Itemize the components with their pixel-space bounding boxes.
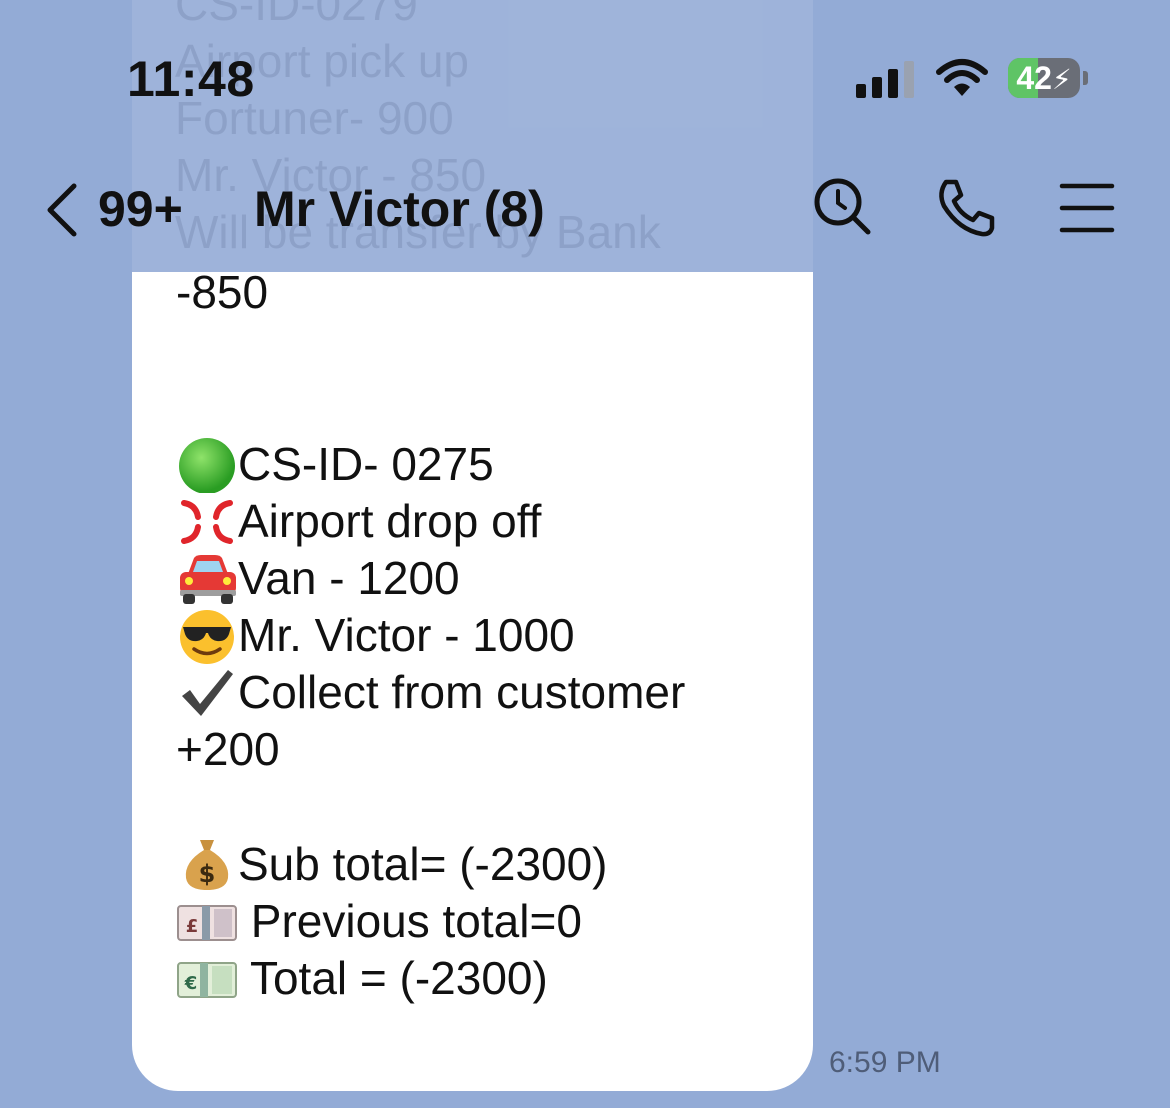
driver-line: Mr. Victor - 1000	[176, 607, 575, 664]
money-bag-icon: $	[176, 836, 238, 893]
service-line: Airport drop off	[176, 493, 541, 550]
vehicle-line: Van - 1200	[176, 550, 460, 607]
previous-total-text: Previous total=0	[238, 895, 582, 947]
collect-amount-line: +200	[176, 723, 280, 775]
total-text: Total = (-2300)	[238, 952, 548, 1004]
chat-title[interactable]: Mr Victor (8)	[254, 180, 545, 238]
anger-symbol-icon	[176, 493, 238, 550]
cellular-signal-icon	[856, 60, 916, 98]
vehicle-text: Van - 1200	[238, 552, 460, 604]
previous-total-line: £ Previous total=0	[176, 893, 582, 950]
svg-text:£: £	[186, 916, 199, 937]
message-bubble[interactable]: -850 CS-ID- 0275 Airport drop off Van - …	[132, 266, 813, 1091]
red-car-icon	[176, 550, 238, 607]
sub-total-line: $ Sub total= (-2300)	[176, 836, 608, 893]
svg-text:€: €	[184, 973, 198, 994]
message-line-amount: -850	[176, 266, 269, 318]
booking-id-text: CS-ID- 0275	[238, 438, 494, 490]
menu-icon[interactable]	[1058, 176, 1122, 240]
booking-id-line: CS-ID- 0275	[176, 436, 494, 493]
wifi-icon	[935, 58, 989, 98]
status-time: 11:48	[127, 51, 255, 107]
sub-total-text: Sub total= (-2300)	[238, 838, 608, 890]
back-chevron-icon[interactable]	[42, 182, 82, 238]
euro-banknote-icon: €	[176, 950, 238, 1007]
service-text: Airport drop off	[238, 495, 542, 547]
battery-indicator: 42⚡	[1008, 58, 1088, 98]
green-circle-icon	[176, 436, 238, 493]
collect-note-text: Collect from customer	[238, 666, 686, 718]
driver-text: Mr. Victor - 1000	[238, 609, 575, 661]
collect-line: Collect from customer	[176, 664, 685, 721]
sunglasses-face-icon	[176, 607, 238, 664]
phone-call-icon[interactable]	[934, 176, 998, 240]
check-mark-icon	[176, 664, 238, 721]
battery-level-text: 42⚡	[1016, 60, 1072, 96]
svg-text:$: $	[199, 860, 216, 888]
search-icon[interactable]	[812, 176, 876, 240]
back-unread-count[interactable]: 99+	[98, 180, 183, 238]
message-timestamp: 6:59 PM	[829, 1046, 941, 1079]
pound-banknote-icon: £	[176, 893, 238, 950]
total-line: € Total = (-2300)	[176, 950, 548, 1007]
